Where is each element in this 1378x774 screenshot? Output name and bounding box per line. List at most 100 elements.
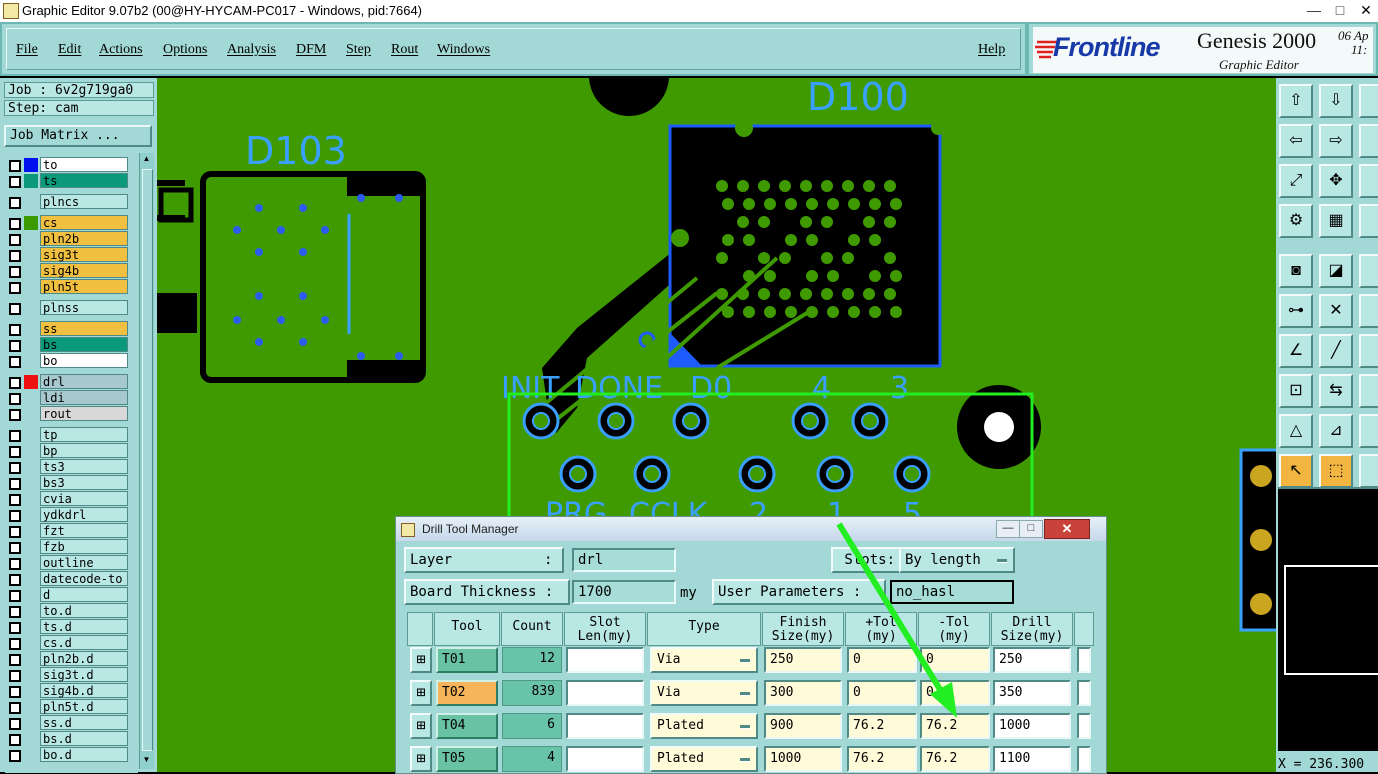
layer-checkbox[interactable]	[9, 446, 21, 458]
finish-size-field[interactable]: 1000	[764, 746, 842, 772]
tool-button[interactable]: T04	[436, 713, 498, 739]
select-arrow-icon[interactable]: ↖	[1279, 454, 1313, 488]
layer-checkbox[interactable]	[9, 356, 21, 368]
arc-icon[interactable]: ⇆	[1319, 374, 1353, 408]
center-icon[interactable]: ✥	[1319, 164, 1353, 198]
layer-row-to[interactable]: to	[5, 157, 130, 173]
feature-icon[interactable]: ◙	[1279, 254, 1313, 288]
layer-name[interactable]: bs.d	[40, 731, 128, 746]
minus-tol-field[interactable]: 76.2	[920, 713, 990, 739]
type-select[interactable]: Via	[650, 680, 758, 706]
drill-size-field[interactable]: 1000	[993, 713, 1071, 739]
layer-row-pln5t[interactable]: pln5t	[5, 279, 130, 295]
fit-icon[interactable]: ⤢	[1279, 164, 1313, 198]
type-select[interactable]: Via	[650, 647, 758, 673]
layer-name[interactable]: outline	[40, 555, 128, 570]
layer-row-bo[interactable]: bo	[5, 353, 130, 369]
layer-checkbox[interactable]	[9, 718, 21, 730]
layer-checkbox[interactable]	[9, 478, 21, 490]
layer-checkbox[interactable]	[9, 218, 21, 230]
layer-row-cvia[interactable]: cvia	[5, 491, 130, 507]
menu-analysis[interactable]: Analysis	[227, 42, 276, 58]
line-icon[interactable]: ╱	[1319, 334, 1353, 368]
toolbar-button[interactable]	[1359, 124, 1378, 158]
layer-row-bs[interactable]: bs	[5, 337, 130, 353]
layer-name[interactable]: pln5t.d	[40, 699, 128, 714]
slot-len-field[interactable]	[566, 746, 644, 772]
expand-row-button[interactable]: ⊞	[410, 647, 432, 673]
layer-name[interactable]: rout	[40, 406, 128, 421]
plus-tol-field[interactable]: 0	[847, 647, 917, 673]
layer-row-sig3t[interactable]: sig3t	[5, 247, 130, 263]
layer-row-bs3[interactable]: bs3	[5, 475, 130, 491]
maximize-button[interactable]: □	[1328, 0, 1352, 20]
slot-len-field[interactable]	[566, 713, 644, 739]
snap-icon[interactable]: ⊡	[1279, 374, 1313, 408]
layer-row-ldi[interactable]: ldi	[5, 390, 130, 406]
toolbar-button[interactable]	[1359, 84, 1378, 118]
select-box-icon[interactable]: ⬚	[1319, 454, 1353, 488]
tool-button[interactable]: T01	[436, 647, 498, 673]
layer-row-rout[interactable]: rout	[5, 406, 130, 422]
layer-name[interactable]: cvia	[40, 491, 128, 506]
tool-button[interactable]: T02	[436, 680, 498, 706]
layer-name[interactable]: sig4b.d	[40, 683, 128, 698]
type-select[interactable]: Plated	[650, 713, 758, 739]
layer-name[interactable]: bo	[40, 353, 128, 368]
layer-name[interactable]: ss	[40, 321, 128, 336]
layer-row-pln2b[interactable]: pln2b	[5, 231, 130, 247]
layer-name[interactable]: ts.d	[40, 619, 128, 634]
menu-options[interactable]: Options	[163, 42, 207, 58]
slot-len-field[interactable]	[566, 647, 644, 673]
layer-checkbox[interactable]	[9, 340, 21, 352]
zoom-page-icon[interactable]: ⇧	[1279, 84, 1313, 118]
layer-row-pln2b.d[interactable]: pln2b.d	[5, 651, 130, 667]
layer-row-sig4b[interactable]: sig4b	[5, 263, 130, 279]
layer-checkbox[interactable]	[9, 670, 21, 682]
user-parameters-field[interactable]: no_hasl	[890, 580, 1014, 604]
dialog-title-bar[interactable]: Drill Tool Manager — □ ✕	[396, 517, 1106, 541]
toolbar-button[interactable]	[1359, 204, 1378, 238]
layer-checkbox[interactable]	[9, 176, 21, 188]
board-thickness-field[interactable]: 1700	[572, 580, 676, 604]
layer-checkbox[interactable]	[9, 750, 21, 762]
row-extra-field[interactable]	[1077, 647, 1091, 673]
layer-checkbox[interactable]	[9, 250, 21, 262]
layer-checkbox[interactable]	[9, 526, 21, 538]
zoom-home-icon[interactable]: ⇩	[1319, 84, 1353, 118]
layer-name[interactable]: sig3t	[40, 247, 128, 262]
angle-icon[interactable]: ∠	[1279, 334, 1313, 368]
tri-alt-icon[interactable]: ⊿	[1319, 414, 1353, 448]
type-select[interactable]: Plated	[650, 746, 758, 772]
layer-checkbox[interactable]	[9, 409, 21, 421]
overview-map[interactable]	[1278, 487, 1378, 751]
layer-name[interactable]: ts	[40, 173, 128, 188]
menu-help[interactable]: Help	[978, 42, 1005, 58]
layer-row-datecode-to[interactable]: datecode-to	[5, 571, 130, 587]
layer-name[interactable]: to	[40, 157, 128, 172]
layer-checkbox[interactable]	[9, 430, 21, 442]
drill-size-field[interactable]: 350	[993, 680, 1071, 706]
layer-row-cs.d[interactable]: cs.d	[5, 635, 130, 651]
layer-name[interactable]: bs	[40, 337, 128, 352]
tri-icon[interactable]: △	[1279, 414, 1313, 448]
layer-name[interactable]: datecode-to	[40, 571, 128, 586]
toolbar-button[interactable]	[1359, 414, 1378, 448]
layer-row-bp[interactable]: bp	[5, 443, 130, 459]
layer-row-ts[interactable]: ts	[5, 173, 130, 189]
layer-name[interactable]: ts3	[40, 459, 128, 474]
layer-name[interactable]: plnss	[40, 300, 128, 315]
layer-row-ydkdrl[interactable]: ydkdrl	[5, 507, 130, 523]
finish-size-field[interactable]: 250	[764, 647, 842, 673]
layer-color-swatch[interactable]	[24, 174, 38, 188]
expand-row-button[interactable]: ⊞	[410, 746, 432, 772]
layer-name[interactable]: pln2b.d	[40, 651, 128, 666]
layer-checkbox[interactable]	[9, 282, 21, 294]
layer-row-fzt[interactable]: fzt	[5, 523, 130, 539]
toolbar-button[interactable]	[1359, 334, 1378, 368]
layer-name[interactable]: bs3	[40, 475, 128, 490]
layer-row-d[interactable]: d	[5, 587, 130, 603]
layer-checkbox[interactable]	[9, 510, 21, 522]
layer-checkbox[interactable]	[9, 160, 21, 172]
job-matrix-button[interactable]: Job Matrix ...	[4, 125, 152, 147]
